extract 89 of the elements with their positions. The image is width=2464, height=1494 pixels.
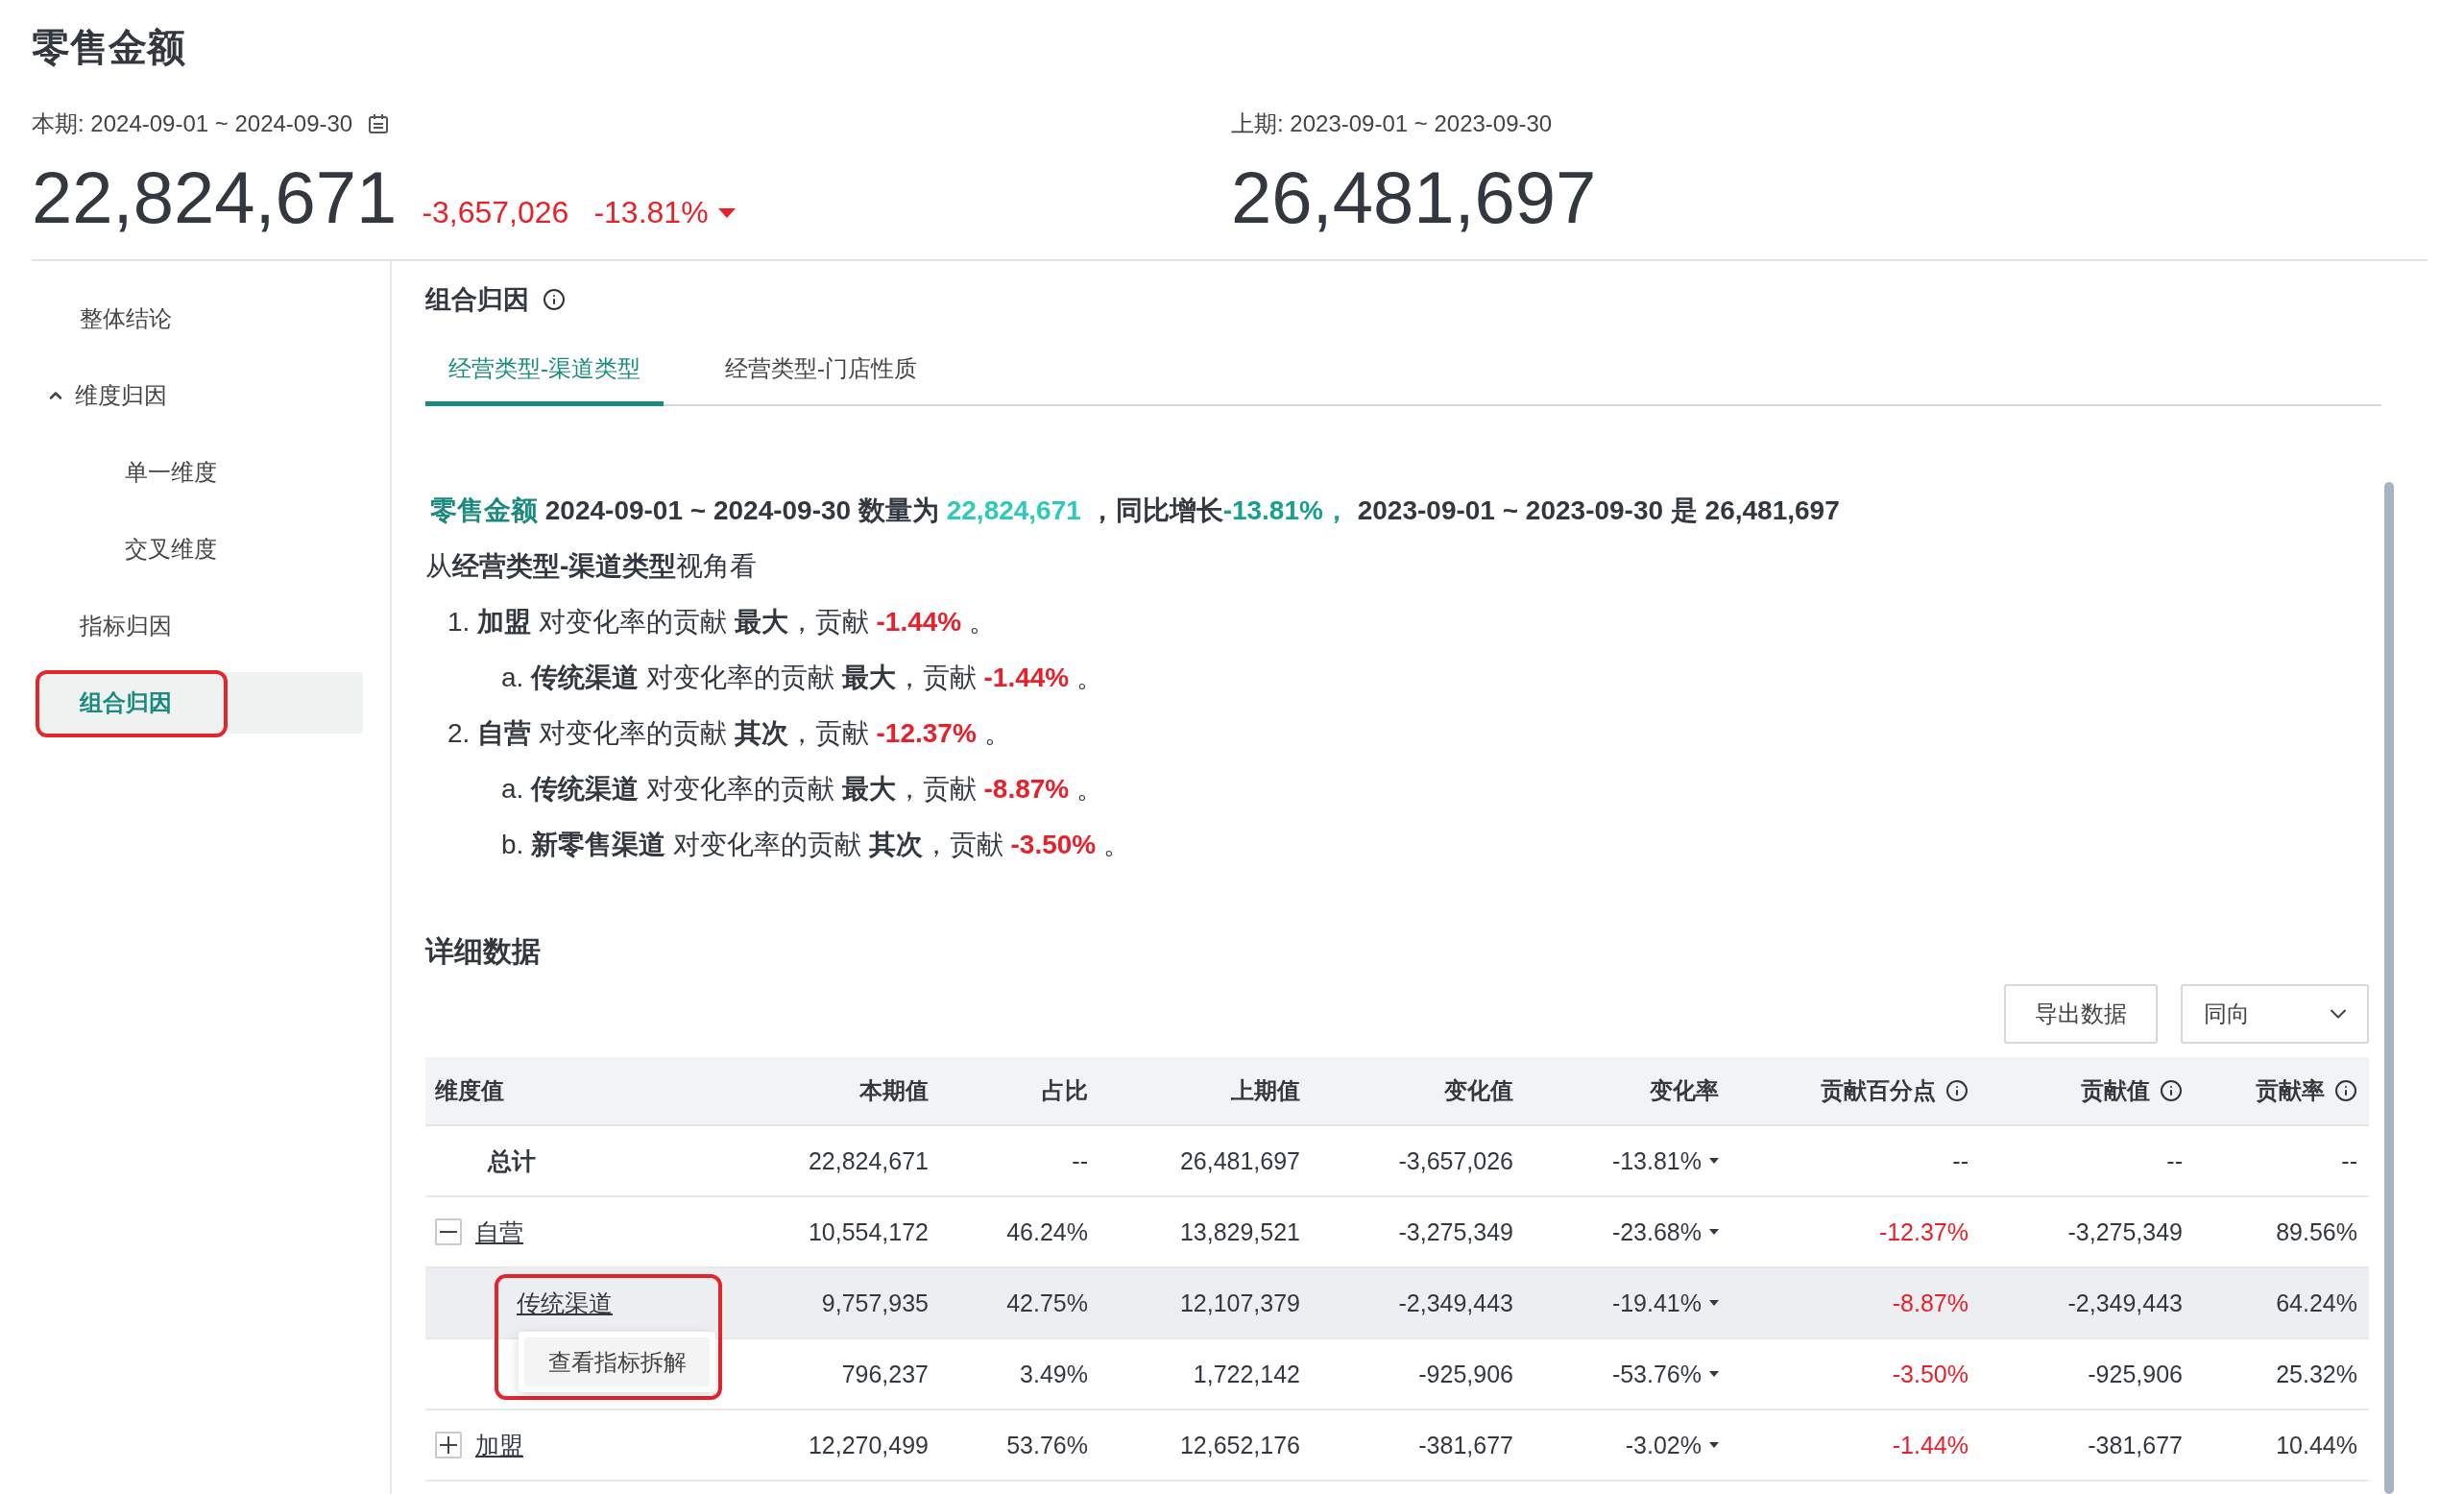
table-cell: 9,757,935 bbox=[821, 1289, 929, 1317]
table-cell: -925,906 bbox=[1418, 1360, 1513, 1388]
collapse-button[interactable] bbox=[435, 1218, 462, 1245]
table-cell: -3,657,026 bbox=[1398, 1146, 1513, 1175]
change-value: -3,657,026 bbox=[422, 195, 569, 230]
sidebar-item[interactable]: 单一维度 bbox=[38, 442, 363, 503]
table-cell: -2,349,443 bbox=[2067, 1289, 2183, 1317]
info-icon[interactable] bbox=[1945, 1079, 1969, 1102]
summary-list-item: a. 传统渠道 对变化率的贡献 最大，贡献 -1.44% 。 bbox=[500, 662, 1104, 694]
sidebar-item[interactable]: 指标归因 bbox=[38, 595, 363, 657]
expand-button[interactable] bbox=[435, 1432, 462, 1458]
summary-list-item: a. 传统渠道 对变化率的贡献 最大，贡献 -8.87% 。 bbox=[500, 773, 1104, 806]
table-cell: -8.87% bbox=[1892, 1289, 1969, 1317]
column-header: 本期值 bbox=[859, 1076, 929, 1105]
plus-icon bbox=[440, 1436, 457, 1454]
table-cell: -- bbox=[2341, 1146, 2357, 1175]
change-rate: -13.81% bbox=[593, 195, 736, 230]
minus-icon bbox=[440, 1231, 457, 1233]
menu-item[interactable]: 查看指标拆解 bbox=[524, 1337, 710, 1386]
summary-list-item: 2. 自营 对变化率的贡献 其次，贡献 -12.37% 。 bbox=[447, 717, 1012, 750]
table-cell: 53.76% bbox=[1006, 1431, 1088, 1459]
column-header: 变化值 bbox=[1444, 1076, 1513, 1105]
info-icon[interactable] bbox=[2334, 1079, 2357, 1102]
previous-value: 26,481,697 bbox=[1231, 156, 1597, 240]
column-header: 变化率 bbox=[1650, 1076, 1719, 1105]
dimension-link[interactable]: 加盟 bbox=[475, 1429, 523, 1461]
tab[interactable]: 经营类型-门店性质 bbox=[702, 342, 940, 406]
section-title: 组合归因 bbox=[425, 284, 529, 316]
table-cell: -3,275,349 bbox=[2067, 1217, 2183, 1246]
column-header: 占比 bbox=[1042, 1076, 1088, 1105]
summary-list-item: 1. 加盟 对变化率的贡献 最大，贡献 -1.44% 。 bbox=[447, 606, 997, 639]
table-cell: -3,275,349 bbox=[1398, 1217, 1513, 1246]
table-cell: -23.68% bbox=[1611, 1217, 1702, 1246]
table-cell: 12,270,499 bbox=[808, 1431, 929, 1459]
summary-list-item: b. 新零售渠道 对变化率的贡献 其次，贡献 -3.50% 。 bbox=[500, 829, 1131, 861]
table-cell: 12,652,176 bbox=[1179, 1431, 1300, 1459]
calendar-icon[interactable] bbox=[368, 113, 390, 134]
scrollbar[interactable] bbox=[2384, 482, 2394, 1494]
table-cell: -19.41% bbox=[1611, 1289, 1702, 1317]
table-cell: -925,906 bbox=[2088, 1360, 2183, 1388]
table-cell: 26,481,697 bbox=[1179, 1146, 1300, 1175]
table-cell: 1,722,142 bbox=[1193, 1360, 1300, 1388]
table-cell: -53.76% bbox=[1611, 1360, 1702, 1388]
table-cell: -3.02% bbox=[1625, 1431, 1702, 1459]
table-cell: 13,829,521 bbox=[1179, 1217, 1300, 1246]
table-cell-text: 总计 bbox=[488, 1145, 536, 1176]
column-header: 上期值 bbox=[1231, 1076, 1300, 1105]
table-cell: -381,677 bbox=[1418, 1431, 1513, 1459]
export-button[interactable]: 导出数据 bbox=[2004, 984, 2158, 1044]
table-cell: -3.50% bbox=[1892, 1360, 1969, 1388]
summary-sentence: 零售金额 2024-09-01 ~ 2024-09-30 数量为 22,824,671 ，同比增长-13.81%， 2023-09-01 ~ 2023-09-30 是 26,481,697 bbox=[429, 494, 1841, 527]
period-label: 本期: 2024-09-01 ~ 2024-09-30 bbox=[32, 109, 353, 138]
table-cell: 22,824,671 bbox=[808, 1146, 929, 1175]
sidebar-item[interactable]: 交叉维度 bbox=[38, 518, 363, 580]
table-cell: -- bbox=[1952, 1146, 1969, 1175]
table-cell: 64.24% bbox=[2276, 1289, 2357, 1317]
table-cell: -13.81% bbox=[1611, 1146, 1702, 1175]
table-cell: -- bbox=[1072, 1146, 1088, 1175]
page-title: 零售金额 bbox=[32, 25, 186, 70]
info-icon[interactable] bbox=[543, 288, 566, 311]
table-cell: 10.44% bbox=[2276, 1431, 2357, 1459]
table-cell: 10,554,172 bbox=[808, 1217, 929, 1246]
section-title: 详细数据 bbox=[425, 934, 542, 969]
table-cell: 3.49% bbox=[1020, 1360, 1088, 1388]
table-cell: 12,107,379 bbox=[1179, 1289, 1300, 1317]
column-header: 贡献值 bbox=[2081, 1076, 2150, 1105]
table-cell: 796,237 bbox=[841, 1360, 929, 1388]
table-cell: 25.32% bbox=[2276, 1360, 2357, 1388]
sidebar-item[interactable]: 整体结论 bbox=[38, 288, 363, 349]
dimension-link[interactable]: 自营 bbox=[475, 1216, 523, 1248]
mode-select[interactable]: 同向 bbox=[2181, 984, 2369, 1044]
table-cell: -12.37% bbox=[1878, 1217, 1969, 1246]
table-cell: -- bbox=[2166, 1146, 2183, 1175]
dimension-link[interactable]: 传统渠道 bbox=[517, 1287, 613, 1319]
info-icon[interactable] bbox=[2160, 1079, 2183, 1102]
current-value: 22,824,671 bbox=[32, 156, 398, 240]
table-cell: 46.24% bbox=[1006, 1217, 1088, 1246]
table-cell: -381,677 bbox=[2088, 1431, 2183, 1459]
table-cell: -1.44% bbox=[1892, 1431, 1969, 1459]
summary-sentence: 从经营类型-渠道类型视角看 bbox=[425, 550, 759, 583]
column-header: 贡献率 bbox=[2256, 1076, 2325, 1105]
table-cell: 42.75% bbox=[1006, 1289, 1088, 1317]
column-header: 维度值 bbox=[435, 1076, 504, 1105]
table-cell: 89.56% bbox=[2276, 1217, 2357, 1246]
table-cell: -2,349,443 bbox=[1398, 1289, 1513, 1317]
sidebar-item[interactable]: 维度归因 bbox=[38, 365, 363, 426]
period-label: 上期: 2023-09-01 ~ 2023-09-30 bbox=[1231, 109, 1553, 138]
tab[interactable]: 经营类型-渠道类型 bbox=[425, 342, 664, 406]
column-header: 贡献百分点 bbox=[1821, 1076, 1936, 1105]
